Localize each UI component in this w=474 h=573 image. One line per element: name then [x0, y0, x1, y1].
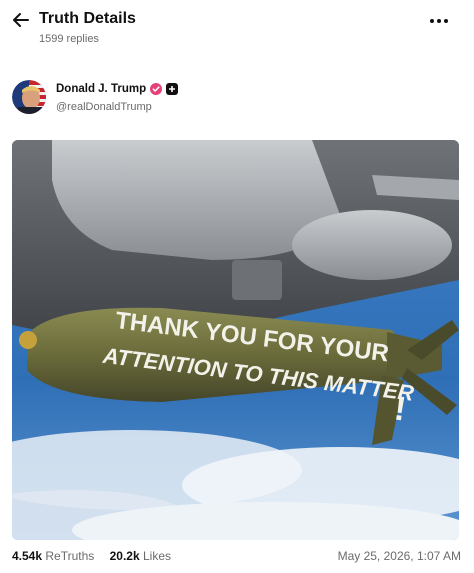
post-image[interactable]: THANK YOU FOR YOUR ATTENTION TO THIS MAT… — [12, 140, 459, 540]
author-name[interactable]: Donald J. Trump — [56, 83, 146, 95]
reply-count: 1599 replies — [39, 33, 99, 45]
post-timestamp: May 25, 2026, 1:07 AM — [337, 549, 461, 563]
arrow-left-icon[interactable] — [10, 9, 32, 31]
likes-count: 20.2k — [109, 549, 140, 563]
more-horizontal-icon[interactable] — [429, 16, 449, 26]
page-title: Truth Details — [39, 10, 136, 27]
page-header: Truth Details 1599 replies — [0, 0, 474, 60]
plus-badge-icon — [166, 83, 179, 95]
retruths-count: 4.54k — [12, 549, 43, 563]
author-handle: @realDonaldTrump — [56, 101, 152, 113]
post-author: Donald J. Trump @realDonaldTrump — [12, 80, 462, 120]
likes-stat[interactable]: 20.2k Likes — [110, 549, 171, 563]
retruths-stat[interactable]: 4.54k ReTruths — [12, 549, 94, 563]
bomb-illustration: THANK YOU FOR YOUR ATTENTION TO THIS MAT… — [12, 140, 459, 540]
retruths-label: ReTruths — [45, 549, 95, 563]
avatar[interactable] — [12, 80, 46, 114]
verified-check-icon — [150, 83, 163, 95]
post-stats: 4.54k ReTruths 20.2k Likes — [12, 549, 183, 563]
likes-label: Likes — [143, 549, 172, 563]
